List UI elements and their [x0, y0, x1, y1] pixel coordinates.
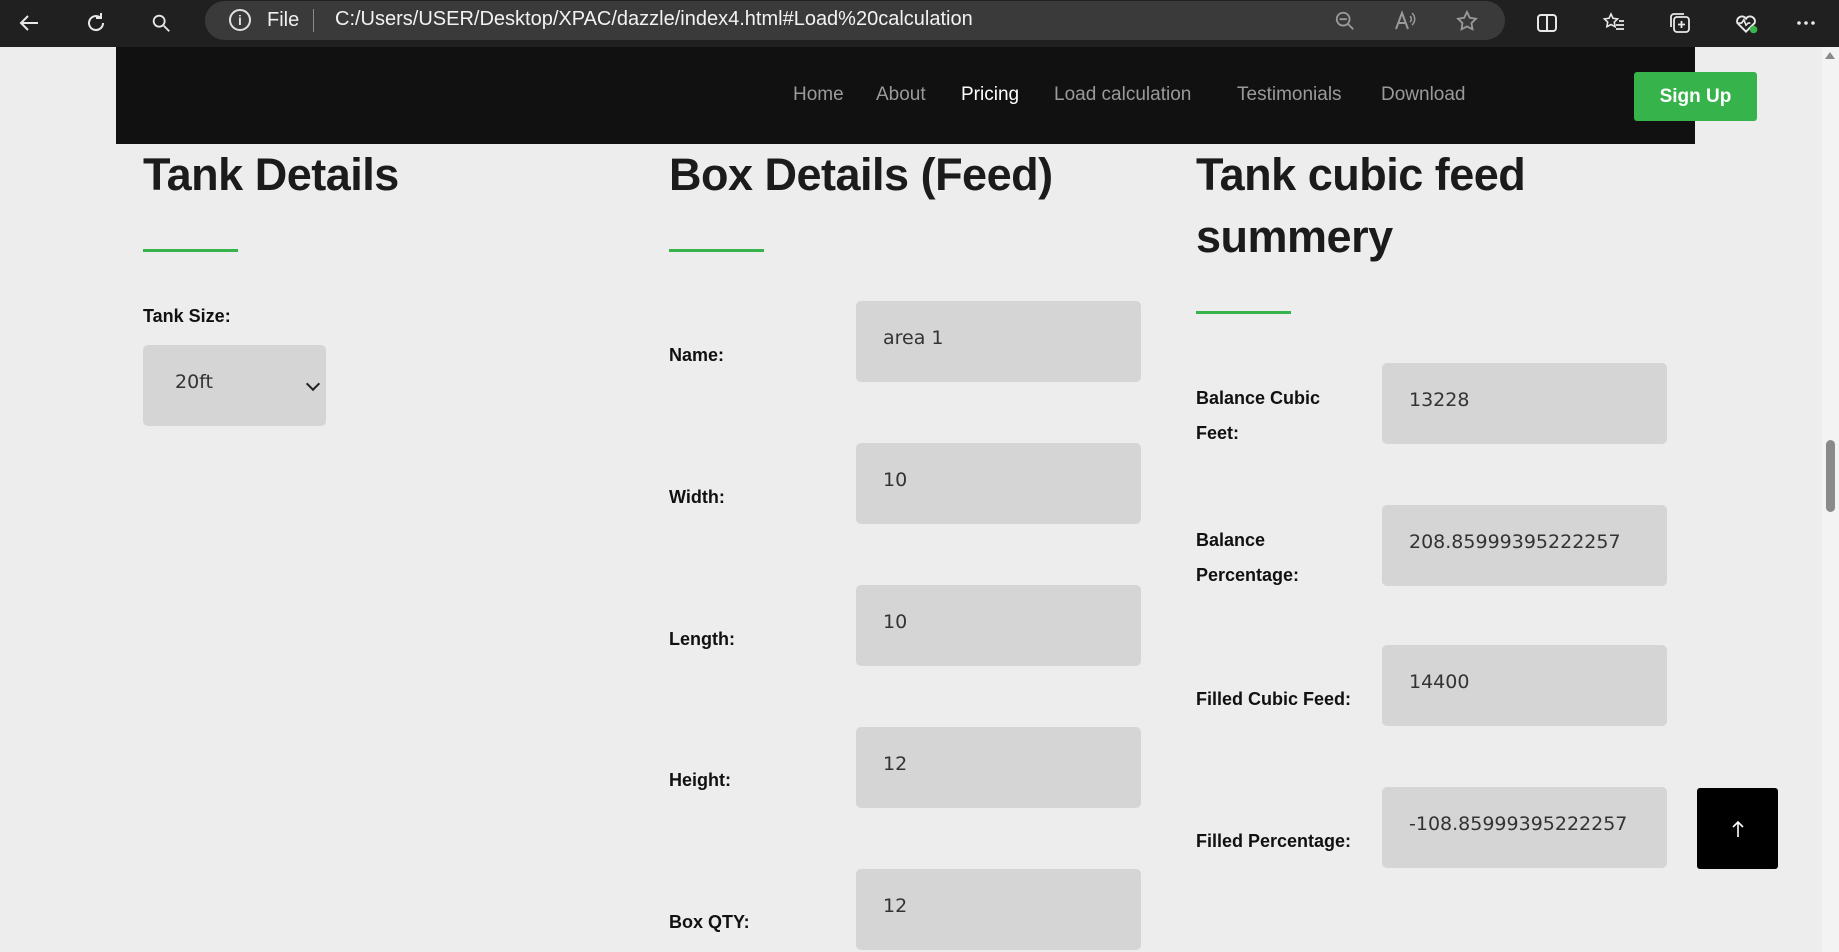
box-details-divider: [669, 249, 764, 252]
filled-percentage-value[interactable]: -108.85999395222257: [1382, 787, 1667, 868]
page-viewport: Home About Pricing Load calculation Test…: [0, 47, 1822, 952]
tank-size-value: 20ft: [175, 371, 213, 393]
box-width-input[interactable]: 10: [856, 443, 1141, 524]
refresh-button[interactable]: [76, 4, 116, 42]
browser-essentials-icon[interactable]: [1728, 5, 1764, 41]
box-qty-label: Box QTY:: [669, 912, 750, 932]
tank-size-label: Tank Size:: [143, 306, 231, 326]
box-name-label: Name:: [669, 345, 725, 365]
nav-link-download[interactable]: Download: [1381, 84, 1466, 106]
tank-details-divider: [143, 249, 238, 252]
box-length-input[interactable]: 10: [856, 585, 1141, 666]
address-scheme-label: File: [267, 9, 300, 31]
search-button[interactable]: [141, 4, 181, 42]
search-icon: [152, 14, 170, 32]
filled-cubic-feed-label: Filled Cubic Feed:: [1196, 689, 1352, 709]
favorites-icon[interactable]: [1596, 5, 1632, 41]
balance-cubic-feet-label: Balance Cubic Feet:: [1196, 388, 1321, 443]
balance-percentage-label: Balance Percentage:: [1196, 530, 1300, 585]
address-bar[interactable]: i File C:/Users/USER/Desktop/XPAC/dazzle…: [205, 1, 1505, 40]
back-button[interactable]: [10, 4, 50, 42]
tank-details-title: Tank Details: [143, 149, 399, 200]
browser-toolbar: i File C:/Users/USER/Desktop/XPAC/dazzle…: [0, 0, 1839, 47]
tank-size-select[interactable]: 20ft: [143, 345, 326, 426]
read-aloud-icon[interactable]: [1391, 7, 1419, 35]
nav-link-testimonials[interactable]: Testimonials: [1237, 84, 1342, 106]
box-height-input[interactable]: 12: [856, 727, 1141, 808]
summary-title-line2: summery: [1196, 211, 1393, 262]
info-icon[interactable]: i: [229, 9, 251, 31]
box-height-label: Height:: [669, 770, 731, 790]
balance-percentage-value[interactable]: 208.85999395222257: [1382, 505, 1667, 586]
address-url[interactable]: C:/Users/USER/Desktop/XPAC/dazzle/index4…: [335, 8, 973, 31]
chevron-down-icon: [305, 376, 321, 392]
favorite-star-icon[interactable]: [1453, 7, 1481, 35]
collections-icon[interactable]: [1662, 5, 1698, 41]
summary-title: Tank cubic feed summery: [1196, 144, 1526, 268]
nav-link-load-calculation[interactable]: Load calculation: [1054, 84, 1191, 106]
nav-link-home[interactable]: Home: [793, 84, 844, 106]
address-separator: [313, 9, 314, 32]
refresh-icon: [88, 13, 105, 32]
box-qty-input[interactable]: 12: [856, 869, 1141, 950]
split-screen-icon[interactable]: [1529, 5, 1565, 41]
vertical-scrollbar[interactable]: [1822, 47, 1839, 952]
sign-up-button[interactable]: Sign Up: [1634, 72, 1757, 121]
back-arrow-icon: [19, 15, 38, 31]
arrow-up-icon: [1731, 820, 1744, 837]
filled-percentage-label: Filled Percentage:: [1196, 831, 1352, 851]
scrollbar-thumb[interactable]: [1826, 440, 1835, 512]
back-to-top-button[interactable]: [1697, 788, 1778, 869]
zoom-out-icon[interactable]: [1331, 7, 1359, 35]
summary-divider: [1196, 311, 1291, 314]
box-details-title: Box Details (Feed): [669, 149, 1053, 200]
nav-link-pricing[interactable]: Pricing: [961, 84, 1019, 106]
box-name-input[interactable]: area 1: [856, 301, 1141, 382]
balance-cubic-feet-value[interactable]: 13228: [1382, 363, 1667, 444]
nav-link-about[interactable]: About: [876, 84, 926, 106]
summary-title-line1: Tank cubic feed: [1196, 149, 1526, 200]
scroll-up-arrow-icon[interactable]: [1825, 52, 1835, 59]
more-menu-icon[interactable]: [1788, 5, 1824, 41]
site-navbar: Home About Pricing Load calculation Test…: [116, 47, 1757, 144]
box-width-label: Width:: [669, 487, 725, 507]
filled-cubic-feed-value[interactable]: 14400: [1382, 645, 1667, 726]
box-length-label: Length:: [669, 629, 735, 649]
